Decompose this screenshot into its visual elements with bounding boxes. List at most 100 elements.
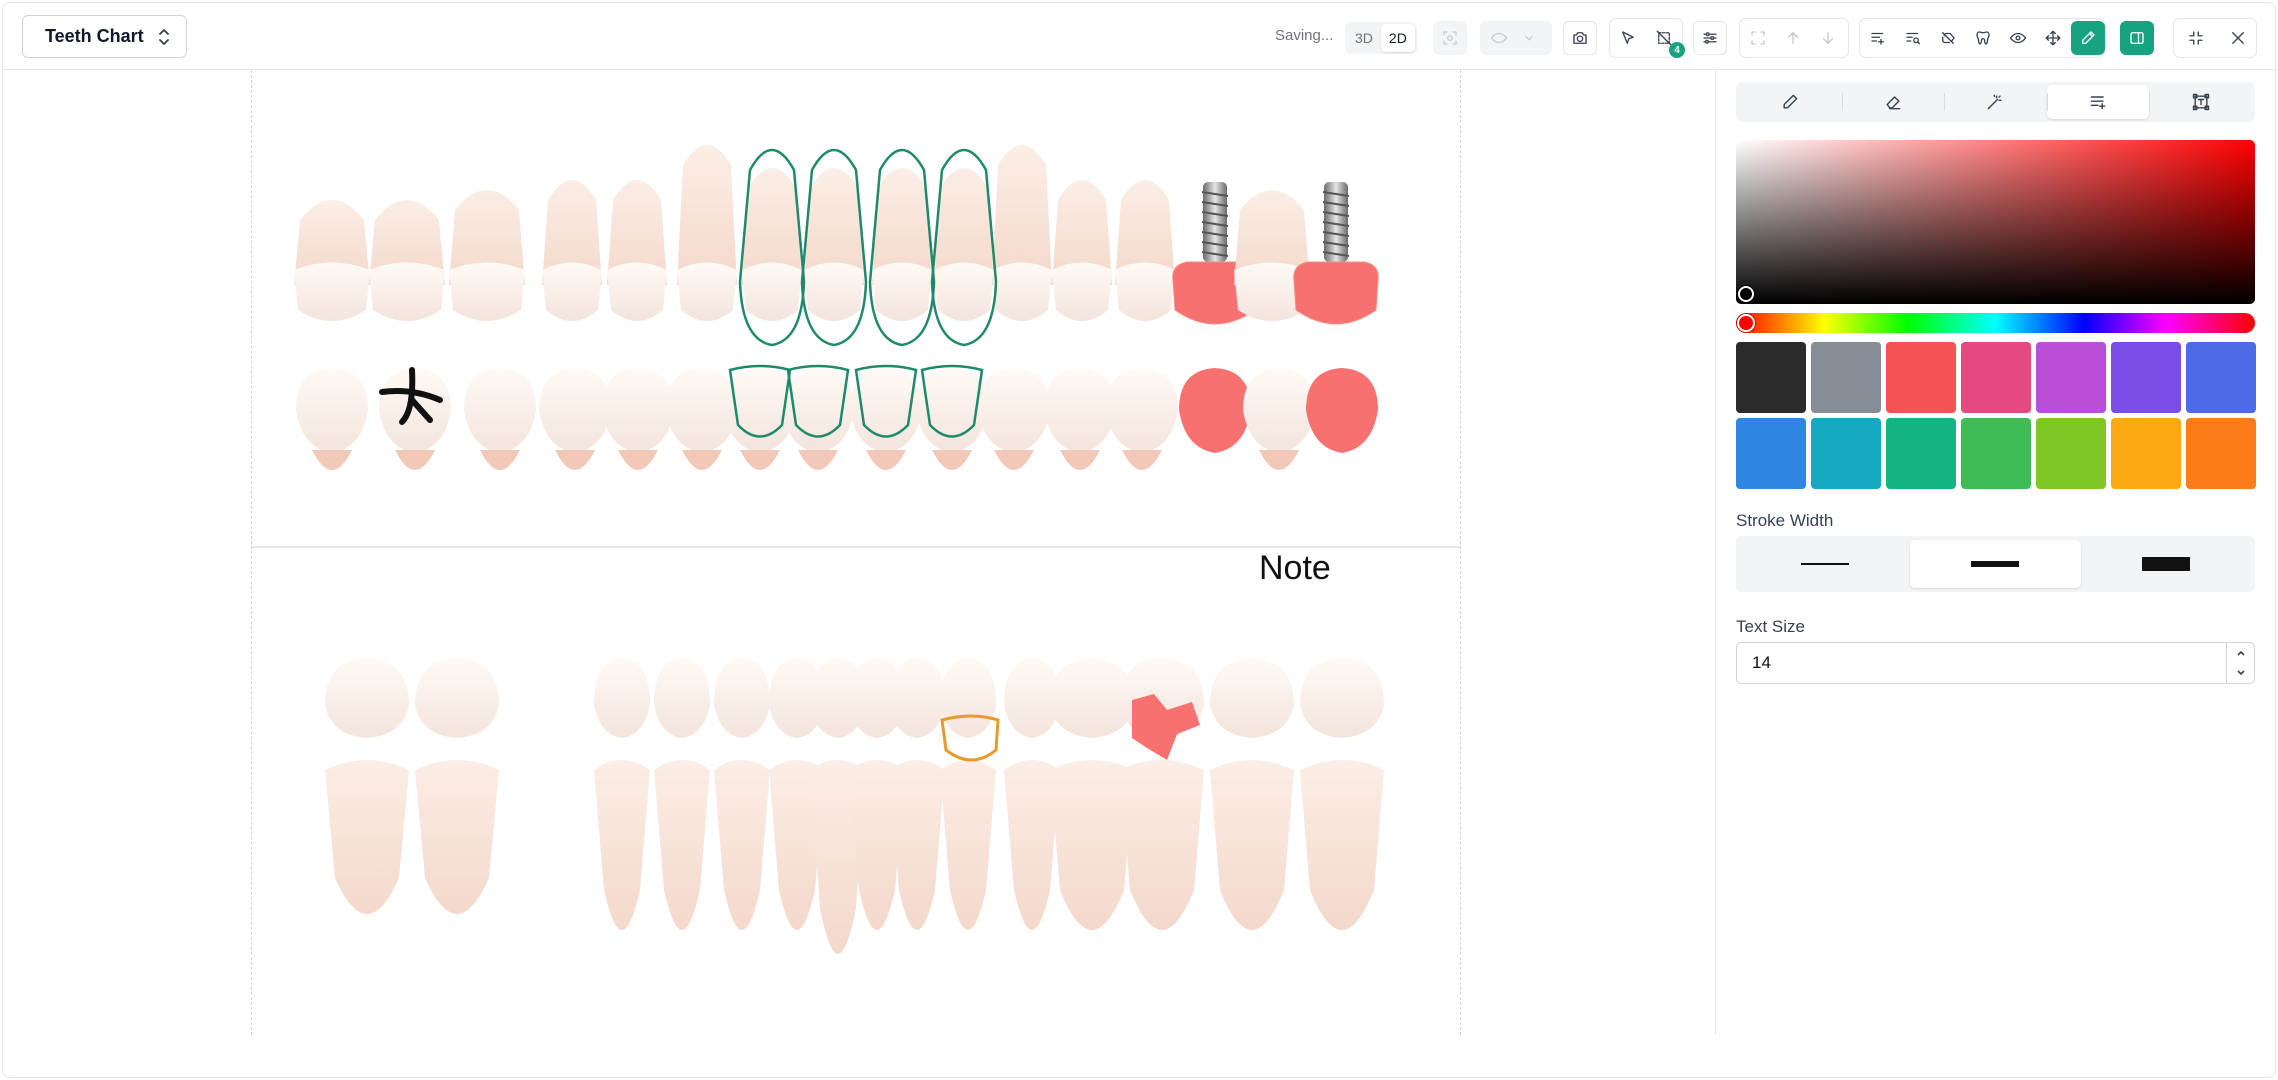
close-button[interactable]	[2221, 21, 2255, 55]
color-swatch[interactable]	[1736, 418, 1806, 489]
text-box-tab[interactable]	[2149, 85, 2252, 119]
chevron-up-icon	[2236, 650, 2245, 656]
draw-mode-button[interactable]	[2071, 21, 2105, 55]
pan-button[interactable]	[2036, 21, 2070, 55]
tooth-root-tip	[866, 450, 906, 470]
color-swatch[interactable]	[2111, 418, 2181, 489]
tooth-root	[714, 760, 770, 930]
move-up-button[interactable]	[1776, 21, 1810, 55]
increment-button[interactable]	[2227, 643, 2254, 663]
color-swatch[interactable]	[1811, 342, 1881, 413]
tooth-root	[594, 760, 650, 930]
text-add-icon	[2090, 96, 2106, 110]
stroke-medium-option[interactable]	[1910, 540, 2081, 588]
drawing-tool-tabs	[1736, 82, 2255, 122]
note-text-annotation[interactable]: Note	[1259, 549, 1331, 588]
tooth-root	[1300, 760, 1384, 930]
color-swatch[interactable]	[1736, 342, 1806, 413]
crown-restoration	[1179, 368, 1251, 453]
color-swatch[interactable]	[2036, 418, 2106, 489]
pencil-tab[interactable]	[1739, 85, 1842, 119]
tooth-occlusal	[464, 368, 536, 453]
teeth-chart-window: Teeth Chart Saving... 3D 2D 4 Note Strok…	[2, 2, 2276, 1078]
decrement-button[interactable]	[2227, 663, 2254, 683]
visibility-button[interactable]	[2001, 21, 2035, 55]
tooth-occlusal	[978, 368, 1050, 453]
tooth-crown	[325, 658, 409, 738]
multi-select-button[interactable]: 4	[1647, 21, 1685, 58]
color-swatch[interactable]	[2186, 342, 2256, 413]
eye-icon	[2009, 32, 2027, 44]
move-icon	[2045, 30, 2061, 46]
tooth-root-tip	[994, 450, 1034, 470]
tooth-occlusal	[296, 368, 368, 453]
tooth-root	[940, 760, 996, 930]
chart-type-select[interactable]: Teeth Chart	[22, 15, 187, 58]
search-notes-button[interactable]	[1896, 21, 1930, 55]
color-swatch[interactable]	[2186, 418, 2256, 489]
adjustments-button[interactable]	[1693, 21, 1727, 55]
stepper-buttons	[2226, 643, 2254, 683]
minimize-button[interactable]	[2179, 21, 2213, 55]
color-swatch[interactable]	[1961, 342, 2031, 413]
color-swatch[interactable]	[2111, 342, 2181, 413]
implant-crown	[1293, 261, 1379, 325]
tooth-crown	[294, 262, 370, 321]
tooth-root-tip	[480, 450, 520, 470]
thin-line-icon	[1801, 563, 1850, 565]
tooth-root	[325, 760, 409, 914]
arrow-up-icon	[1787, 32, 1799, 44]
toggle-panel-button[interactable]	[2120, 21, 2154, 55]
stroke-thick-option[interactable]	[2081, 540, 2251, 588]
view-mode-toggle: 3D 2D	[1345, 22, 1417, 54]
tooth-root-tip	[1060, 450, 1100, 470]
tooth-crown	[415, 658, 499, 738]
view-3d-option[interactable]: 3D	[1347, 24, 1381, 52]
tooth-crown	[542, 262, 602, 321]
color-swatch[interactable]	[1961, 418, 2031, 489]
close-icon	[2232, 32, 2244, 44]
sidebar-icon	[2130, 32, 2144, 44]
stroke-thin-option[interactable]	[1740, 540, 1910, 588]
saturation-value-picker[interactable]	[1736, 140, 2255, 304]
chevron-up-down-icon	[159, 29, 169, 45]
text-size-label: Text Size	[1736, 617, 1805, 636]
color-swatch[interactable]	[1886, 418, 1956, 489]
hue-slider[interactable]	[1736, 313, 2255, 333]
color-swatch[interactable]	[2036, 342, 2106, 413]
magic-wand-tab[interactable]	[1944, 85, 2047, 119]
hue-slider-handle[interactable]	[1737, 314, 1755, 332]
tooth-crown	[934, 262, 994, 321]
tooth-crown	[804, 262, 864, 321]
layer-dropdown[interactable]	[1480, 21, 1552, 55]
text-list-tab[interactable]	[2046, 85, 2150, 119]
top-toolbar: Teeth Chart Saving... 3D 2D 4	[3, 3, 2275, 70]
focus-button[interactable]	[1433, 21, 1467, 55]
tooth-crown	[654, 658, 710, 738]
eraser-tab[interactable]	[1841, 85, 1945, 119]
text-size-input[interactable]	[1737, 643, 2227, 683]
select-tool-button[interactable]	[1611, 21, 1645, 55]
selection-count-badge: 4	[1669, 42, 1685, 58]
thick-line-icon	[2141, 557, 2190, 571]
tooth-crown	[1300, 658, 1384, 738]
tooth-crown	[742, 262, 802, 321]
hide-annotations-button[interactable]	[1931, 21, 1965, 55]
tooth-conditions-button[interactable]	[1966, 21, 2000, 55]
tooth-root-tip	[798, 450, 838, 470]
tag-off-icon	[1942, 32, 1955, 44]
tooth-occlusal	[602, 368, 674, 453]
color-swatch[interactable]	[1886, 342, 1956, 413]
tooth-crown	[889, 658, 945, 738]
tooth-crown	[369, 262, 445, 321]
notes-button[interactable]	[1861, 21, 1895, 55]
jaw-divider	[252, 546, 1460, 548]
view-2d-option[interactable]: 2D	[1380, 24, 1415, 52]
screenshot-button[interactable]	[1563, 21, 1597, 55]
color-picker-handle[interactable]	[1738, 286, 1754, 302]
move-down-button[interactable]	[1811, 21, 1845, 55]
tooth-root-tip	[932, 450, 972, 470]
teeth-chart-canvas[interactable]: Note	[251, 70, 1461, 1035]
fit-button[interactable]	[1741, 21, 1775, 55]
color-swatch[interactable]	[1811, 418, 1881, 489]
